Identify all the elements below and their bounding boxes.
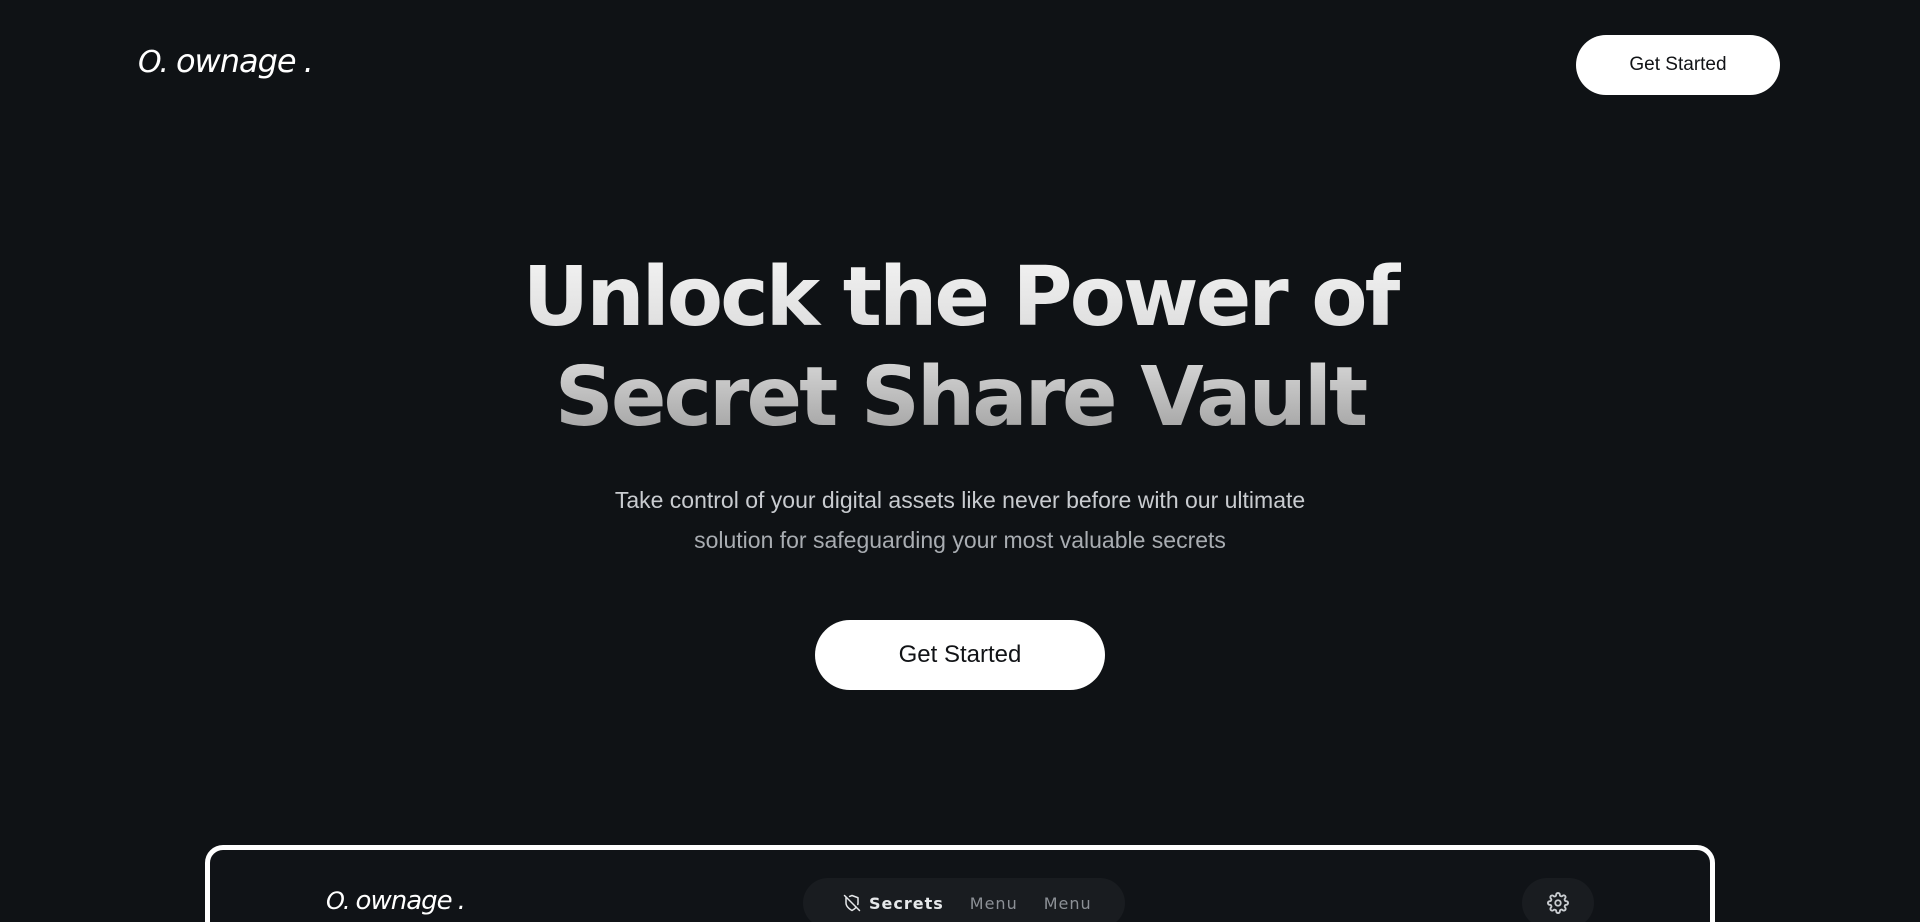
preview-logo-dot: . xyxy=(457,886,466,916)
hero-subtitle-line-1: Take control of your digital assets like… xyxy=(614,487,1306,513)
landing-page: O. ownage. Get Started Unlock the Power … xyxy=(0,0,1920,922)
preview-logo-mark: O. xyxy=(326,887,351,915)
hero-subtitle-line-2: solution for safeguarding your most valu… xyxy=(694,527,1226,553)
hero-subtitle: Take control of your digital assets like… xyxy=(560,480,1360,560)
logo-dot: . xyxy=(303,42,314,80)
nav-item-menu-1[interactable]: Menu xyxy=(970,894,1018,913)
hero-title-line-2: Secret Share Vault xyxy=(554,350,1366,445)
shield-off-icon xyxy=(843,894,861,912)
nav-item-menu-1-label: Menu xyxy=(969,893,1018,913)
app-preview-frame: O. ownage. Secrets Menu Menu xyxy=(205,845,1715,922)
preview-brand-logo: O. ownage. xyxy=(326,886,466,916)
logo-mark: O. xyxy=(138,45,169,80)
nav-item-menu-2[interactable]: Menu xyxy=(1044,894,1092,913)
settings-button[interactable] xyxy=(1522,878,1594,922)
nav-item-menu-2-label: Menu xyxy=(1043,893,1092,913)
brand-logo[interactable]: O. ownage. xyxy=(138,42,314,80)
logo-word: ownage xyxy=(175,42,297,80)
hero-get-started-button[interactable]: Get Started xyxy=(815,620,1105,690)
nav-item-secrets-label: Secrets xyxy=(869,893,944,913)
preview-nav-bar: Secrets Menu Menu xyxy=(803,878,1125,922)
hero-title: Unlock the Power of Secret Share Vault xyxy=(460,248,1460,448)
hero-title-line-1: Unlock the Power of xyxy=(522,250,1398,345)
gear-icon xyxy=(1547,892,1569,914)
nav-item-secrets[interactable]: Secrets xyxy=(843,894,944,913)
header-get-started-button[interactable]: Get Started xyxy=(1576,35,1780,95)
preview-logo-word: ownage xyxy=(355,886,453,916)
